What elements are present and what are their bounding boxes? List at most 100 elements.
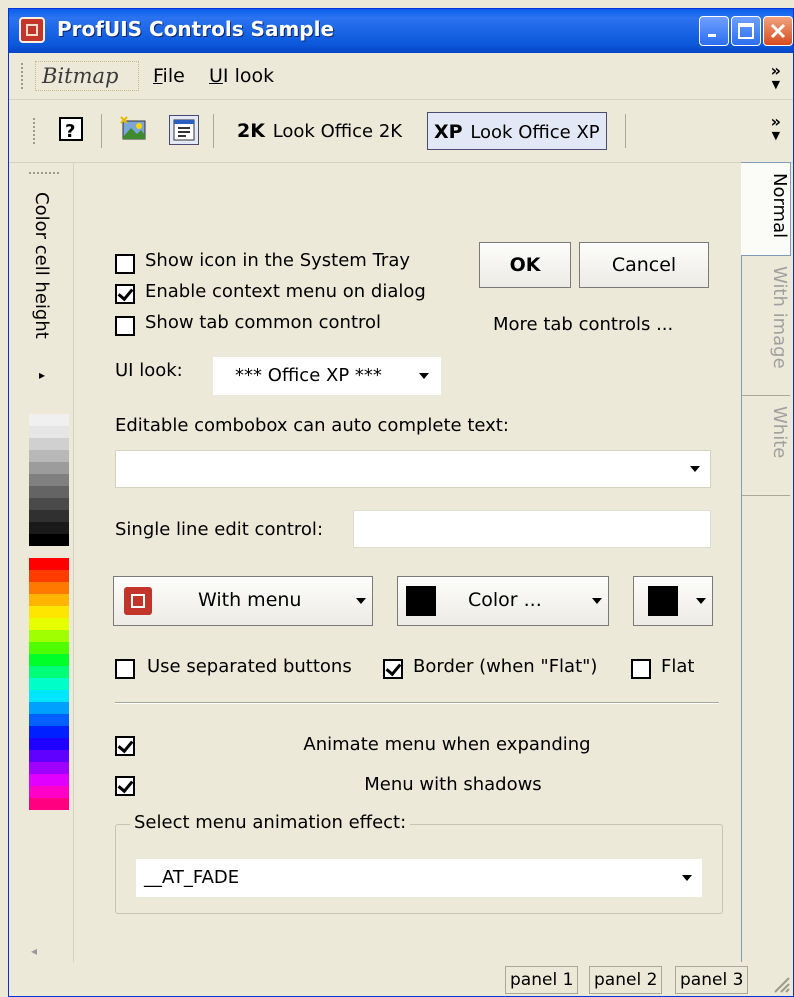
color-swatch[interactable]: [29, 486, 69, 498]
color-swatch[interactable]: [29, 690, 69, 702]
border-flat-label: Border (when "Flat"): [413, 656, 598, 677]
color-swatch[interactable]: [29, 654, 69, 666]
caret-down-icon: ▼: [771, 78, 781, 91]
color-swatch[interactable]: [29, 678, 69, 690]
color-swatch[interactable]: [29, 666, 69, 678]
tab-normal[interactable]: Normal: [741, 162, 791, 256]
minimize-button[interactable]: [699, 16, 729, 46]
with-menu-button[interactable]: With menu: [113, 576, 373, 626]
tab-control-checkbox[interactable]: [115, 316, 135, 336]
vertical-tab-strip: Normal With image White: [741, 162, 794, 962]
color-swatch[interactable]: [29, 414, 69, 426]
color-swatch[interactable]: [29, 474, 69, 486]
color-swatch[interactable]: [29, 438, 69, 450]
color-swatch[interactable]: [29, 714, 69, 726]
color-swatch[interactable]: [29, 762, 69, 774]
cancel-button[interactable]: Cancel: [579, 242, 709, 288]
color-swatch[interactable]: [29, 558, 69, 570]
color-swatch[interactable]: [29, 726, 69, 738]
separated-buttons-label: Use separated buttons: [147, 656, 352, 677]
dropdown-arrow-icon[interactable]: [672, 859, 702, 897]
single-edit-input[interactable]: [353, 510, 711, 548]
app-icon[interactable]: [19, 17, 45, 43]
tab-with-image[interactable]: With image: [742, 256, 790, 396]
color-swatch[interactable]: [29, 510, 69, 522]
ui-look-value: *** Office XP ***: [235, 365, 382, 386]
animation-effect-group: Select menu animation effect: __AT_FADE: [115, 812, 723, 914]
color-swatch[interactable]: [29, 702, 69, 714]
dropdown-arrow-icon[interactable]: [409, 357, 441, 395]
color-swatch[interactable]: [29, 534, 69, 546]
color-swatch[interactable]: [29, 630, 69, 642]
menu-bar: Bitmap File UI look » ▼: [9, 53, 793, 100]
scroll-left-icon[interactable]: ◂: [31, 944, 37, 958]
animation-effect-dropdown[interactable]: __AT_FADE: [136, 859, 702, 897]
ui-look-dropdown[interactable]: *** Office XP ***: [213, 357, 441, 395]
menubar-overflow-button[interactable]: » ▼: [771, 63, 781, 91]
animation-effect-value: __AT_FADE: [144, 867, 240, 888]
single-edit-label: Single line edit control:: [115, 519, 324, 540]
color-swatch[interactable]: [29, 546, 69, 558]
bitmap-logo: Bitmap: [35, 61, 139, 91]
color-swatch[interactable]: [29, 738, 69, 750]
menubar-grip[interactable]: [21, 63, 27, 89]
color-swatch[interactable]: [29, 426, 69, 438]
close-button[interactable]: [763, 16, 793, 46]
menu-ui-look[interactable]: UI look: [209, 65, 274, 87]
color-swatch-icon: [406, 586, 436, 616]
tab-white[interactable]: White: [742, 396, 790, 496]
look-office-2k-button[interactable]: 2K Look Office 2K: [231, 112, 408, 150]
flat-label: Flat: [661, 656, 695, 677]
maximize-button[interactable]: [731, 16, 761, 46]
menu-file[interactable]: File: [153, 65, 185, 87]
context-menu-checkbox[interactable]: [115, 284, 135, 304]
with-menu-label: With menu: [198, 589, 302, 611]
resize-grip-icon[interactable]: [771, 974, 791, 994]
color-swatch[interactable]: [29, 450, 69, 462]
toolbar-separator: [625, 114, 626, 148]
color-swatch[interactable]: [29, 750, 69, 762]
dropdown-arrow-icon[interactable]: [680, 451, 710, 487]
color-swatch[interactable]: [29, 582, 69, 594]
toolbar-overflow-button[interactable]: » ▼: [771, 114, 781, 142]
flat-checkbox[interactable]: [631, 659, 651, 679]
color-swatch[interactable]: [29, 522, 69, 534]
color-cell-height-label: Color cell height: [31, 192, 52, 339]
expand-arrow-icon[interactable]: ▸: [39, 368, 45, 382]
color-swatch[interactable]: [29, 462, 69, 474]
properties-icon[interactable]: [169, 115, 199, 145]
toolbar-grip[interactable]: [33, 118, 39, 144]
color-cell-panel: Color cell height ▸ ◂: [9, 162, 74, 962]
toolbar: ? 2K Look Office 2K XP Look Office XP » ▼: [9, 100, 793, 163]
title-bar[interactable]: ProfUIS Controls Sample: [9, 9, 793, 53]
color-swatch[interactable]: [29, 642, 69, 654]
color-swatch[interactable]: [29, 570, 69, 582]
look-office-xp-button[interactable]: XP Look Office XP: [427, 112, 607, 150]
help-icon[interactable]: ?: [57, 115, 87, 145]
color-swatch[interactable]: [29, 786, 69, 798]
color-swatch[interactable]: [29, 498, 69, 510]
color-swatch[interactable]: [29, 798, 69, 810]
dropdown-arrow-icon: [582, 577, 602, 625]
panel-grip[interactable]: [29, 172, 59, 178]
color-swatch[interactable]: [29, 606, 69, 618]
color-swatch[interactable]: [29, 774, 69, 786]
border-flat-checkbox[interactable]: [383, 659, 403, 679]
color-picker-button[interactable]: Color ...: [397, 576, 609, 626]
toolbar-separator: [213, 114, 214, 148]
look-xp-badge: XP: [434, 121, 463, 143]
more-tab-controls-link[interactable]: More tab controls ...: [493, 314, 673, 335]
image-gallery-icon[interactable]: [119, 115, 149, 145]
show-tray-checkbox[interactable]: [115, 254, 135, 274]
ok-button[interactable]: OK: [479, 242, 571, 288]
color-swatch[interactable]: [29, 594, 69, 606]
menu-file-mnemonic: F: [153, 65, 163, 87]
color-split-button[interactable]: [633, 576, 713, 626]
ui-look-label: UI look:: [115, 360, 183, 381]
editable-combo-input[interactable]: [115, 450, 711, 488]
separated-buttons-checkbox[interactable]: [115, 659, 135, 679]
color-swatch[interactable]: [29, 618, 69, 630]
status-panel-3: panel 3: [675, 966, 749, 994]
main-window: ProfUIS Controls Sample Bitmap File UI l…: [8, 8, 794, 997]
animation-effect-group-title: Select menu animation effect:: [130, 812, 411, 833]
